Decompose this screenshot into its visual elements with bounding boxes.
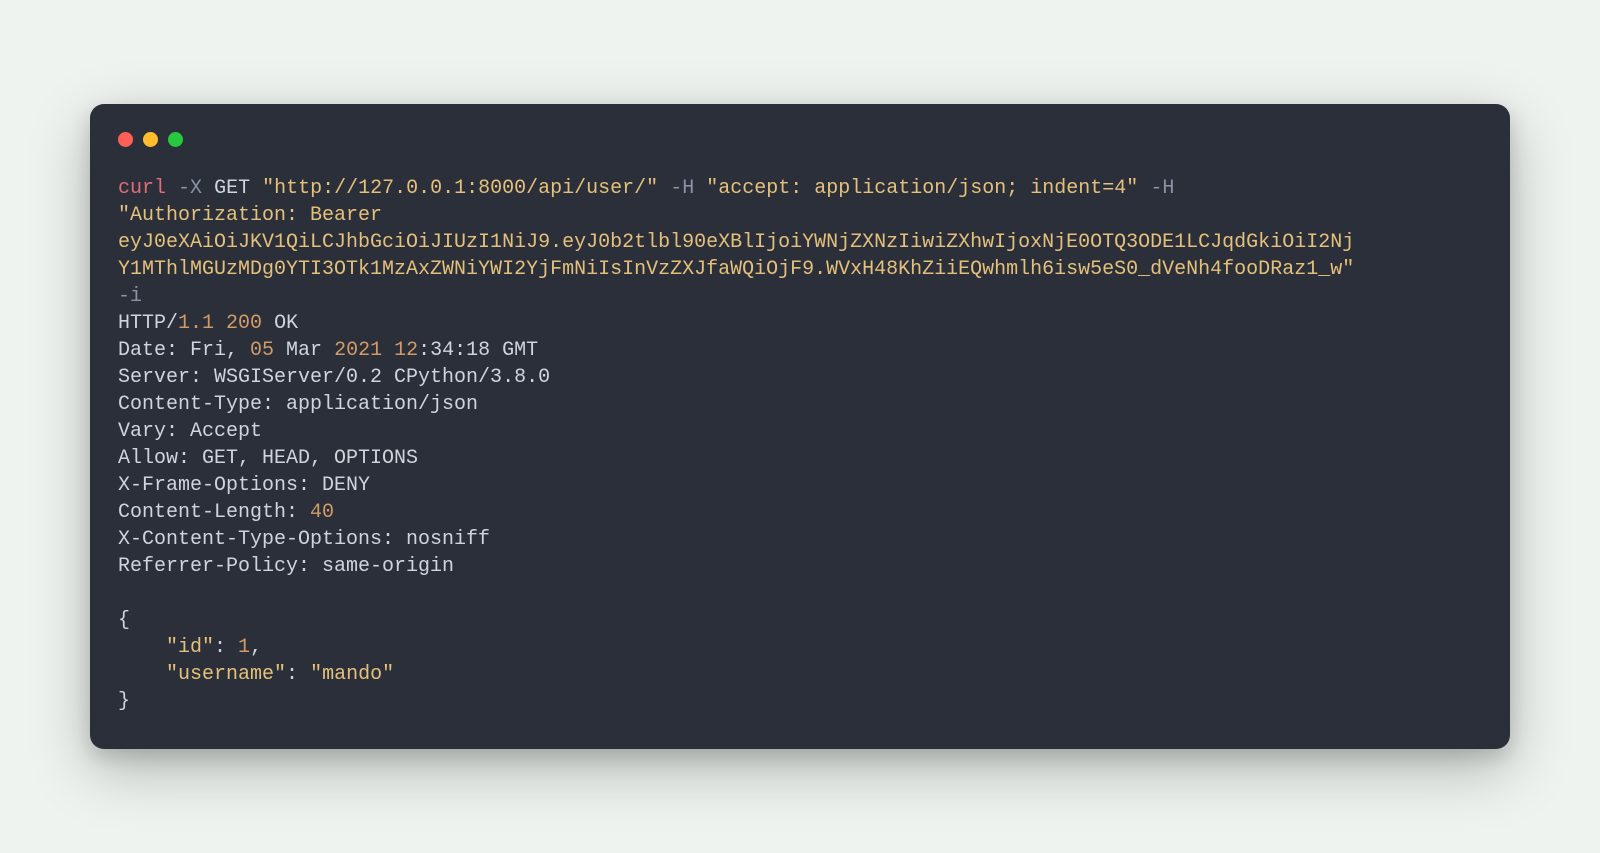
minimize-icon[interactable]	[143, 132, 158, 147]
terminal-output: curl -X GET "http://127.0.0.1:8000/api/u…	[118, 175, 1482, 715]
json-id-key: "id"	[118, 636, 214, 659]
zoom-icon[interactable]	[168, 132, 183, 147]
xframe-header: X-Frame-Options: DENY	[118, 474, 370, 497]
terminal-window: curl -X GET "http://127.0.0.1:8000/api/u…	[90, 104, 1510, 749]
http-version: 1.1	[178, 312, 214, 335]
xcto-header: X-Content-Type-Options: nosniff	[118, 528, 490, 551]
window-titlebar	[118, 132, 1482, 147]
accept-header: "accept: application/json; indent=4"	[706, 177, 1138, 200]
json-close-brace: }	[118, 690, 130, 713]
date-rest: :34:18 GMT	[418, 339, 538, 362]
json-id-value: 1	[238, 636, 250, 659]
close-icon[interactable]	[118, 132, 133, 147]
json-username-value: "mando"	[310, 663, 394, 686]
date-month: Mar	[274, 339, 334, 362]
date-label: Date: Fri,	[118, 339, 250, 362]
flag-h1: -H	[670, 177, 694, 200]
content-length-label: Content-Length:	[118, 501, 310, 524]
flag-i: -i	[118, 285, 142, 308]
token-line-1: eyJ0eXAiOiJKV1QiLCJhbGciOiJIUzI1NiJ9.eyJ…	[118, 231, 1354, 254]
status-code: 200	[226, 312, 262, 335]
date-hour: 12	[382, 339, 418, 362]
flag-h2: -H	[1150, 177, 1174, 200]
content-type-header: Content-Type: application/json	[118, 393, 478, 416]
http-proto: HTTP/	[118, 312, 178, 335]
cmd-curl: curl	[118, 177, 166, 200]
http-method: GET	[214, 177, 250, 200]
json-open-brace: {	[118, 609, 130, 632]
json-username-key: "username"	[118, 663, 286, 686]
json-colon-2: :	[286, 663, 310, 686]
vary-header: Vary: Accept	[118, 420, 262, 443]
server-header: Server: WSGIServer/0.2 CPython/3.8.0	[118, 366, 550, 389]
date-year: 2021	[334, 339, 382, 362]
flag-x: -X	[178, 177, 202, 200]
referrer-policy-header: Referrer-Policy: same-origin	[118, 555, 454, 578]
token-line-2: Y1MThlMGUzMDg0YTI3OTk1MzAxZWNiYWI2YjFmNi…	[118, 258, 1354, 281]
status-text: OK	[262, 312, 298, 335]
request-url: "http://127.0.0.1:8000/api/user/"	[262, 177, 658, 200]
auth-header-open: "Authorization: Bearer	[118, 204, 382, 227]
json-comma-1: ,	[250, 636, 262, 659]
content-length-value: 40	[310, 501, 334, 524]
date-day: 05	[250, 339, 274, 362]
json-colon-1: :	[214, 636, 238, 659]
allow-header: Allow: GET, HEAD, OPTIONS	[118, 447, 418, 470]
